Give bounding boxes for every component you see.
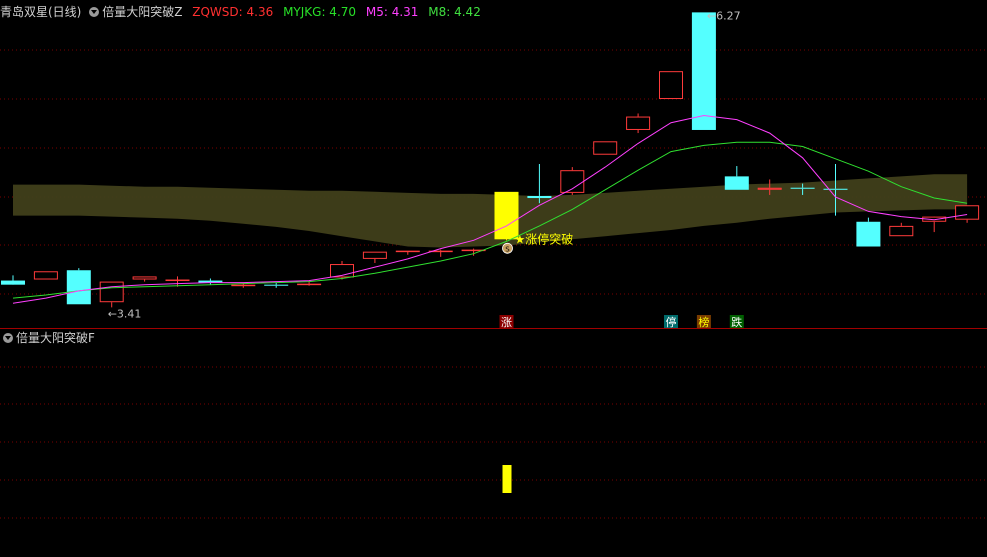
signal-badge-label: S bbox=[505, 245, 510, 253]
collapse-icon[interactable] bbox=[89, 7, 100, 17]
candle-body bbox=[955, 205, 980, 220]
candle-body bbox=[823, 188, 848, 190]
candle bbox=[66, 268, 91, 305]
candle-body bbox=[691, 12, 716, 130]
sub-indicator-name: 倍量大阳突破F bbox=[16, 331, 95, 345]
candle bbox=[33, 271, 58, 280]
candle bbox=[691, 12, 716, 130]
candle-body bbox=[724, 176, 749, 190]
candle-body bbox=[362, 251, 387, 259]
marker-label: 跌 bbox=[731, 315, 742, 329]
candle-body bbox=[264, 284, 289, 286]
sub-indicator-panel bbox=[502, 465, 512, 493]
candle-body bbox=[297, 283, 322, 286]
stock-title: 青岛双星(日线) bbox=[0, 5, 82, 19]
candle-body bbox=[626, 116, 651, 130]
candle bbox=[560, 167, 585, 195]
grid-lines bbox=[0, 49, 987, 519]
candle-body bbox=[659, 71, 683, 100]
candle bbox=[856, 217, 881, 247]
bottom-markers: 涨停榜跌 bbox=[499, 315, 744, 329]
candle-body bbox=[856, 221, 881, 247]
candle-body bbox=[231, 284, 256, 287]
sub-signal-bar bbox=[502, 465, 512, 493]
value-m8: M8: 4.42 bbox=[428, 5, 481, 19]
price-band bbox=[13, 174, 968, 248]
candle bbox=[132, 276, 157, 282]
candlesticks[interactable] bbox=[1, 12, 980, 308]
marker-label: 涨 bbox=[501, 316, 512, 329]
value-m5: M5: 4.31 bbox=[365, 5, 419, 19]
candle-body bbox=[889, 225, 914, 237]
candle bbox=[527, 164, 552, 204]
high-price-label: ←6.27 bbox=[707, 9, 741, 22]
signal-text: ★涨停突破 bbox=[515, 231, 574, 246]
candle-body bbox=[1, 280, 25, 285]
band-area bbox=[13, 174, 968, 248]
sub-header: 倍量大阳突破F bbox=[3, 329, 101, 347]
candle bbox=[395, 250, 420, 255]
candle bbox=[724, 166, 749, 190]
chart-canvas[interactable]: ←6.27 ←3.41 S ★涨停突破 涨 停 榜 跌 bbox=[0, 0, 987, 557]
collapse-icon[interactable] bbox=[3, 333, 13, 343]
value-myjkg: MYJKG: 4.70 bbox=[283, 5, 357, 19]
candle-body bbox=[527, 195, 552, 199]
candle bbox=[362, 251, 387, 264]
candle bbox=[461, 248, 486, 256]
low-price-label: ←3.41 bbox=[108, 307, 142, 320]
candle-body bbox=[132, 276, 157, 280]
candle-body bbox=[33, 271, 58, 280]
candle bbox=[889, 222, 914, 237]
candle bbox=[264, 282, 289, 288]
candle-body bbox=[66, 270, 91, 305]
candle-body bbox=[757, 187, 782, 190]
indicator-name: 倍量大阳突破Z bbox=[102, 5, 183, 19]
candle bbox=[593, 141, 618, 155]
candle bbox=[659, 71, 683, 100]
candle bbox=[1, 275, 25, 285]
value-zqwsd: ZQWSD: 4.36 bbox=[192, 5, 274, 19]
candle-body bbox=[593, 141, 618, 155]
main-header: 青岛双星(日线) 倍量大阳突破Z ZQWSD: 4.36 MYJKG: 4.70… bbox=[0, 3, 487, 21]
candle-body bbox=[395, 250, 420, 253]
candle-body bbox=[165, 279, 190, 282]
candle bbox=[626, 113, 651, 134]
candle bbox=[955, 205, 980, 223]
price-labels: ←6.27 ←3.41 S ★涨停突破 bbox=[108, 9, 741, 320]
candle bbox=[198, 278, 223, 285]
candle bbox=[99, 281, 124, 308]
marker-label: 停 bbox=[666, 315, 677, 329]
candle-body bbox=[99, 281, 124, 303]
marker-label: 榜 bbox=[698, 315, 709, 329]
candle-body bbox=[790, 187, 815, 189]
